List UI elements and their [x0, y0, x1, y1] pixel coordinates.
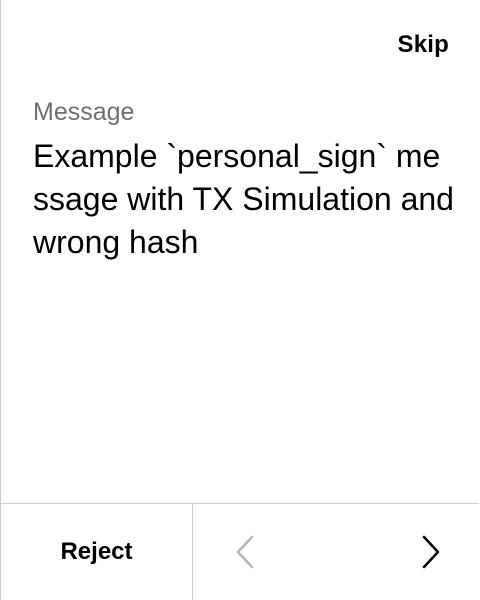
page-navigation: [193, 504, 479, 600]
message-text: Example `personal_sign` message with TX …: [33, 138, 463, 260]
sign-message-screen: Skip Message Example `personal_sign` mes…: [0, 0, 479, 600]
header: Skip: [1, 0, 479, 90]
reject-button[interactable]: Reject: [1, 504, 193, 600]
previous-page-button[interactable]: [205, 504, 285, 600]
chevron-left-icon: [236, 535, 254, 569]
footer-action-bar: Reject: [1, 503, 479, 600]
message-section: Message Example `personal_sign` message …: [33, 95, 455, 264]
next-page-button[interactable]: [391, 504, 471, 600]
skip-button[interactable]: Skip: [398, 31, 449, 59]
message-label: Message: [33, 98, 135, 126]
chevron-right-icon: [422, 535, 440, 569]
